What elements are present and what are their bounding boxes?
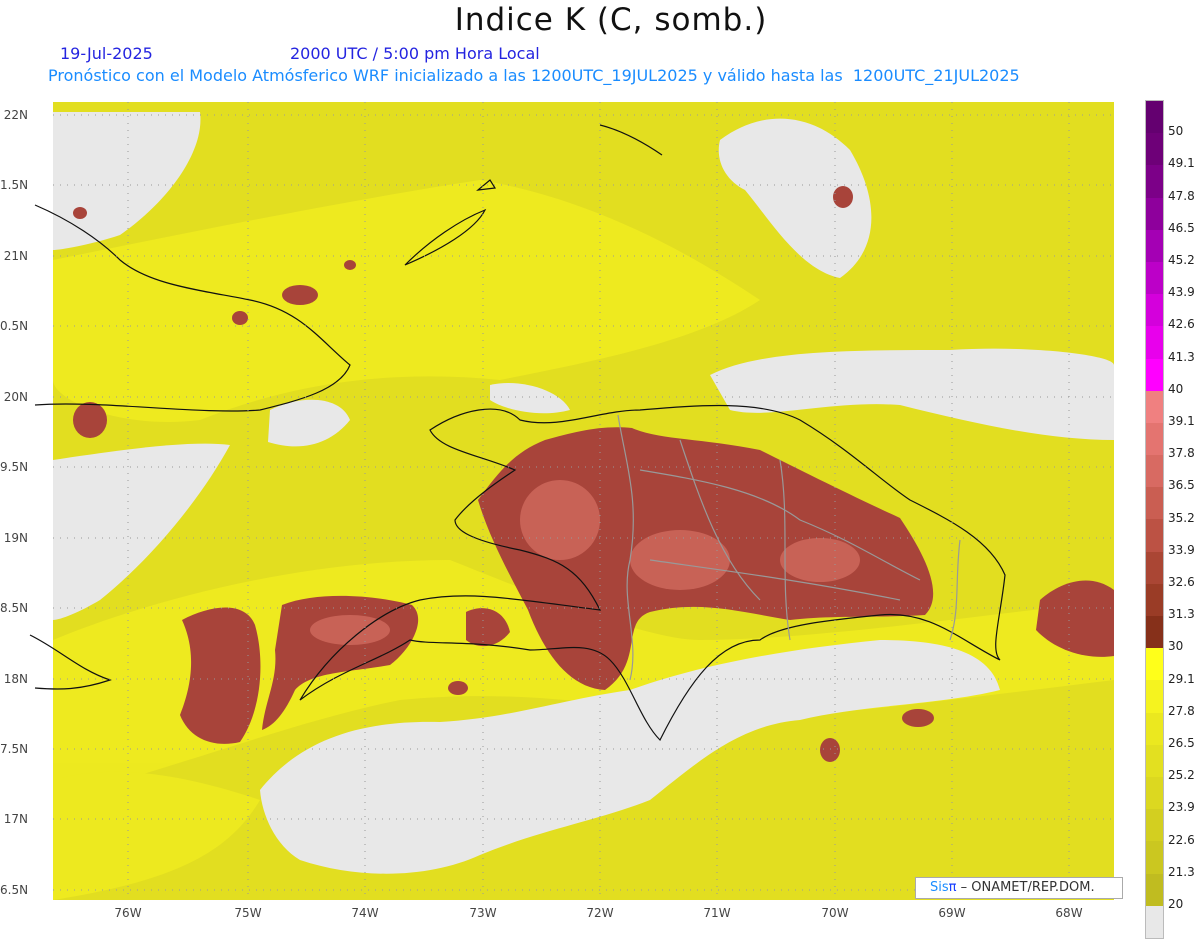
- color-scale-bar: [1145, 100, 1164, 939]
- color-scale-label: 47.8: [1168, 188, 1195, 203]
- lon-label: 70W: [821, 906, 849, 920]
- color-scale-label: 45.2: [1168, 253, 1195, 267]
- color-scale-swatch: [1146, 101, 1163, 134]
- color-scale-swatch: [1146, 326, 1163, 359]
- color-scale-label: 25.2: [1168, 768, 1195, 783]
- lat-label: 22N: [3, 108, 28, 122]
- color-scale-label: 30: [1168, 639, 1184, 654]
- color-scale-swatch: [1146, 294, 1163, 327]
- color-scale-label: 36.5: [1168, 478, 1195, 493]
- color-scale-swatch: [1146, 197, 1163, 230]
- lat-label: 8.5N: [0, 601, 29, 615]
- lat-label: 20N: [3, 390, 28, 404]
- color-scale-swatch: [1146, 905, 1163, 938]
- lat-label: 0.5N: [0, 319, 29, 333]
- color-scale-swatch: [1146, 776, 1163, 810]
- color-scale-swatch: [1146, 841, 1163, 874]
- color-scale-swatch: [1146, 519, 1163, 552]
- color-scale-swatch: [1146, 744, 1163, 777]
- lat-label: 19N: [3, 531, 28, 545]
- lat-label: 1.5N: [0, 178, 29, 192]
- color-scale-label: 23.9: [1168, 800, 1195, 815]
- color-scale-label: 26.5: [1168, 736, 1195, 750]
- color-scale-swatch: [1146, 809, 1163, 842]
- color-scale-swatch: [1146, 455, 1163, 488]
- lat-label: 21N: [3, 249, 28, 263]
- color-scale-swatch: [1146, 229, 1163, 262]
- color-scale-swatch: [1146, 422, 1163, 456]
- lon-label: 68W: [1055, 906, 1083, 920]
- color-scale-label: 46.5: [1168, 220, 1195, 235]
- color-scale-label: 31.3: [1168, 607, 1195, 622]
- color-scale-label: 41.3: [1168, 349, 1195, 364]
- color-scale-swatch: [1146, 165, 1163, 198]
- lat-label: 18N: [3, 672, 28, 686]
- color-scale-label: 33.9: [1168, 542, 1195, 557]
- color-scale-label: 37.8: [1168, 446, 1195, 461]
- color-scale-label: 21.3: [1168, 864, 1195, 879]
- color-scale-swatch: [1146, 873, 1163, 906]
- lon-label: 75W: [234, 906, 262, 920]
- map-title: Indice K (C, somb.): [454, 2, 768, 38]
- color-scale-label: 29.1: [1168, 671, 1195, 686]
- color-scale-label: 43.9: [1168, 285, 1195, 300]
- color-scale-label: 27.8: [1168, 703, 1195, 718]
- color-scale-label: 20: [1168, 897, 1184, 911]
- color-scale-swatch: [1146, 712, 1163, 745]
- lon-label: 69W: [938, 906, 966, 920]
- lon-label: 76W: [114, 906, 142, 920]
- color-scale-label: 39.1: [1168, 414, 1195, 428]
- color-scale-label: 49.1: [1168, 156, 1195, 171]
- lon-label: 72W: [586, 906, 614, 920]
- credit-pi: π: [948, 880, 957, 895]
- color-scale-swatch: [1146, 551, 1163, 584]
- color-scale-swatch: [1146, 680, 1163, 713]
- date-label: 19-Jul-2025: [60, 44, 153, 63]
- color-scale-label: 50: [1168, 124, 1184, 139]
- color-scale-swatch: [1146, 133, 1163, 166]
- lon-label: 71W: [703, 906, 731, 920]
- lat-label: 9.5N: [0, 460, 29, 474]
- credit-sis: Sis: [930, 880, 949, 895]
- color-scale-swatch: [1146, 358, 1163, 391]
- lon-label: 73W: [469, 906, 497, 920]
- color-scale-swatch: [1146, 487, 1163, 520]
- color-scale-label: 35.2: [1168, 510, 1195, 525]
- lon-label: 74W: [351, 906, 379, 920]
- weather-map: [29, 102, 1114, 900]
- color-scale-swatch: [1146, 616, 1163, 649]
- color-scale-swatch: [1146, 261, 1163, 295]
- color-scale-swatch: [1146, 583, 1163, 616]
- lat-label: 7.5N: [0, 742, 29, 756]
- color-scale-swatch: [1146, 648, 1163, 681]
- color-scale-swatch: [1146, 390, 1163, 423]
- color-scale-label: 42.6: [1168, 317, 1195, 332]
- credit-org: – ONAMET/REP.DOM.: [960, 880, 1095, 895]
- forecast-description: Pronóstico con el Modelo Atmósferico WRF…: [48, 66, 1020, 85]
- color-scale-label: 40: [1168, 381, 1184, 396]
- lat-label: 6.5N: [0, 883, 29, 897]
- lat-label: 17N: [3, 812, 28, 826]
- color-scale-label: 22.6: [1168, 832, 1195, 847]
- color-scale-label: 32.6: [1168, 575, 1195, 589]
- time-label: 2000 UTC / 5:00 pm Hora Local: [290, 44, 540, 63]
- credit-box: Sisπ – ONAMET/REP.DOM.: [915, 877, 1123, 899]
